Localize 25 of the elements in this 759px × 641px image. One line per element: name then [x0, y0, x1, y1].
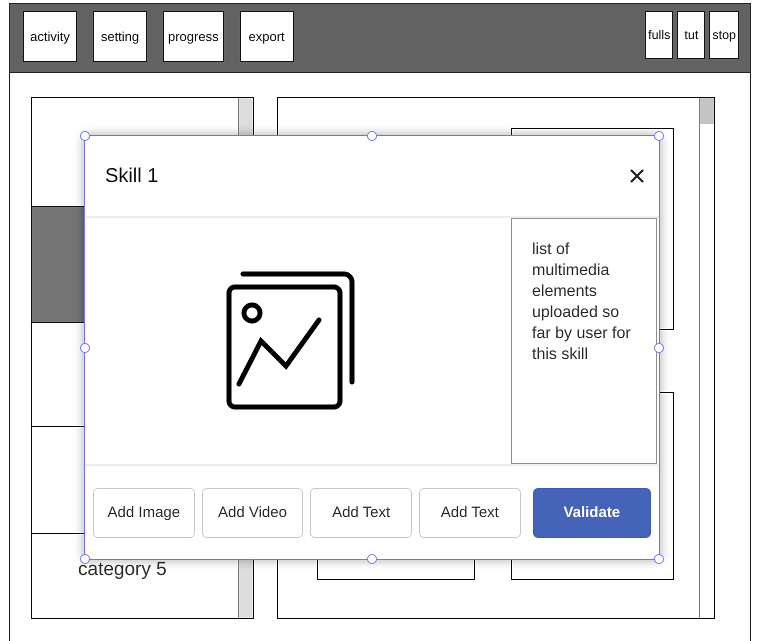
category-label: category 5 [78, 559, 167, 581]
media-list-text: list of multimedia elements uploaded so far by user for this skill [532, 241, 631, 363]
resize-handle[interactable] [654, 131, 664, 141]
resize-handle[interactable] [654, 554, 664, 564]
resize-handle[interactable] [654, 342, 664, 352]
add-button[interactable]: Add Text [310, 488, 412, 538]
toolbar-button[interactable]: export [240, 11, 294, 62]
toolbar-button[interactable]: tut [677, 11, 706, 59]
resize-handle[interactable] [80, 131, 90, 141]
toolbar-button[interactable]: activity [23, 11, 77, 62]
dialog-title: Skill 1 [105, 164, 158, 188]
resize-handle[interactable] [367, 554, 377, 564]
resize-handle[interactable] [367, 131, 377, 141]
validate-button[interactable]: Validate [532, 488, 651, 538]
toolbar-button[interactable]: progress [163, 11, 224, 62]
close-icon[interactable] [629, 168, 645, 184]
add-button[interactable]: Add Image [93, 488, 195, 538]
toolbar-button[interactable]: setting [93, 11, 147, 62]
add-button[interactable]: Add Video [202, 488, 304, 538]
toolbar-button[interactable]: fulls [645, 11, 674, 59]
resize-handle[interactable] [80, 554, 90, 564]
add-button[interactable]: Add Text [418, 488, 521, 538]
scrollbar[interactable] [699, 98, 714, 618]
resize-handle[interactable] [80, 342, 90, 352]
toolbar-button[interactable]: stop [709, 11, 739, 59]
